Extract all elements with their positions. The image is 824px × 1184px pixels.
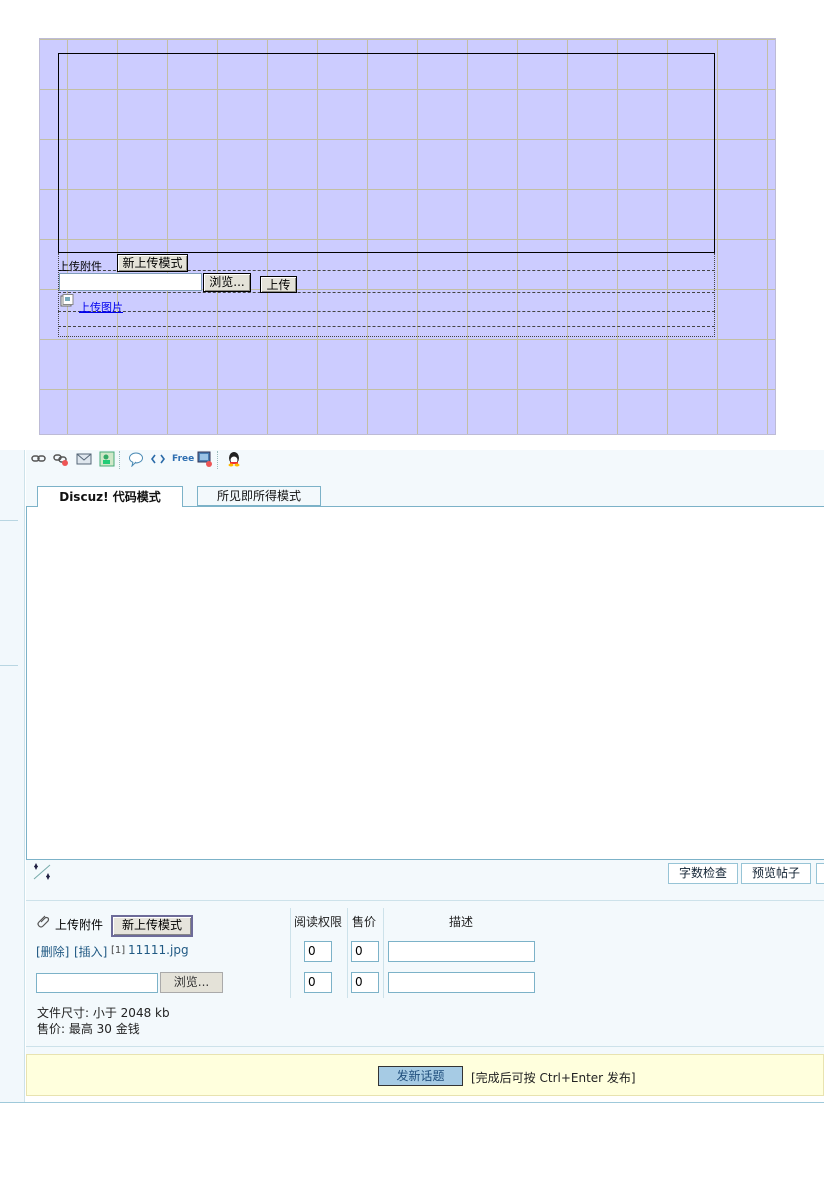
tab-code-mode[interactable]: Discuz! 代码模式	[37, 486, 183, 507]
design-upload-attachment-label: 上传附件	[58, 260, 102, 273]
resize-editor-icon[interactable]	[32, 862, 54, 882]
left-sidebar-strip	[0, 450, 25, 1102]
sidebar-divider	[0, 520, 18, 521]
price-limit-note: 售价: 最高 30 金钱	[37, 1022, 140, 1036]
design-divider	[58, 311, 715, 312]
toolbar-separator	[217, 451, 221, 469]
design-upload-button[interactable]: 上传	[260, 276, 297, 293]
word-count-button[interactable]: 字数检查	[668, 863, 738, 884]
section-divider	[26, 1046, 824, 1047]
post-new-topic-button[interactable]: 发新话题	[378, 1066, 463, 1086]
qq-icon[interactable]	[226, 451, 242, 467]
new-upload-mode-button[interactable]: 新上传模式	[111, 915, 193, 937]
tab-wysiwyg-mode[interactable]: 所见即所得模式	[197, 486, 321, 506]
delete-attachment-link[interactable]: [删除]	[36, 943, 69, 960]
media-icon[interactable]	[197, 451, 213, 467]
price-input[interactable]: 0	[351, 972, 379, 993]
design-new-upload-mode-button[interactable]: 新上传模式	[117, 254, 188, 272]
design-divider	[58, 292, 715, 293]
design-upload-image-link[interactable]: 上传图片	[79, 299, 123, 315]
file-size-note: 文件尺寸: 小于 2048 kb	[37, 1006, 170, 1020]
column-separator	[347, 908, 348, 998]
read-permission-input[interactable]: 0	[304, 941, 332, 962]
broken-image-icon	[60, 294, 74, 307]
section-divider	[26, 900, 824, 901]
submit-shortcut-hint: [完成后可按 Ctrl+Enter 发布]	[471, 1071, 636, 1085]
column-separator	[290, 908, 291, 998]
upload-attachment-label: 上传附件	[55, 918, 104, 932]
more-button[interactable]	[816, 863, 824, 884]
attachment-index: [1]	[111, 945, 126, 956]
free-icon[interactable]: Free	[172, 451, 194, 467]
quote-icon[interactable]	[128, 451, 144, 467]
browse-button[interactable]: 浏览...	[160, 972, 223, 993]
unlink-icon[interactable]	[53, 451, 69, 467]
preview-post-button[interactable]: 预览帖子	[741, 863, 811, 884]
insert-attachment-link[interactable]: [插入]	[74, 943, 107, 960]
image-icon[interactable]	[99, 451, 115, 467]
price-input[interactable]: 0	[351, 941, 379, 962]
paperclip-icon	[37, 915, 50, 928]
email-icon[interactable]	[76, 451, 92, 467]
attachment-filename[interactable]: 11111.jpg	[128, 943, 189, 957]
sidebar-divider	[0, 665, 18, 666]
code-icon[interactable]	[150, 451, 166, 467]
column-separator	[383, 908, 384, 998]
page-bottom-border	[0, 1102, 824, 1103]
read-permission-header: 阅读权限	[294, 915, 343, 929]
read-permission-input[interactable]: 0	[304, 972, 332, 993]
design-browse-button[interactable]: 浏览...	[203, 273, 251, 292]
description-input[interactable]	[388, 972, 535, 993]
file-path-input[interactable]	[36, 973, 158, 993]
description-input[interactable]	[388, 941, 535, 962]
price-header: 售价	[352, 915, 377, 929]
description-header: 描述	[449, 915, 474, 929]
toolbar-separator	[119, 451, 123, 469]
design-editor-area[interactable]	[58, 53, 715, 253]
link-icon[interactable]	[31, 451, 47, 467]
message-textarea[interactable]	[26, 506, 824, 860]
design-file-input[interactable]	[59, 273, 202, 291]
design-divider	[58, 326, 715, 327]
